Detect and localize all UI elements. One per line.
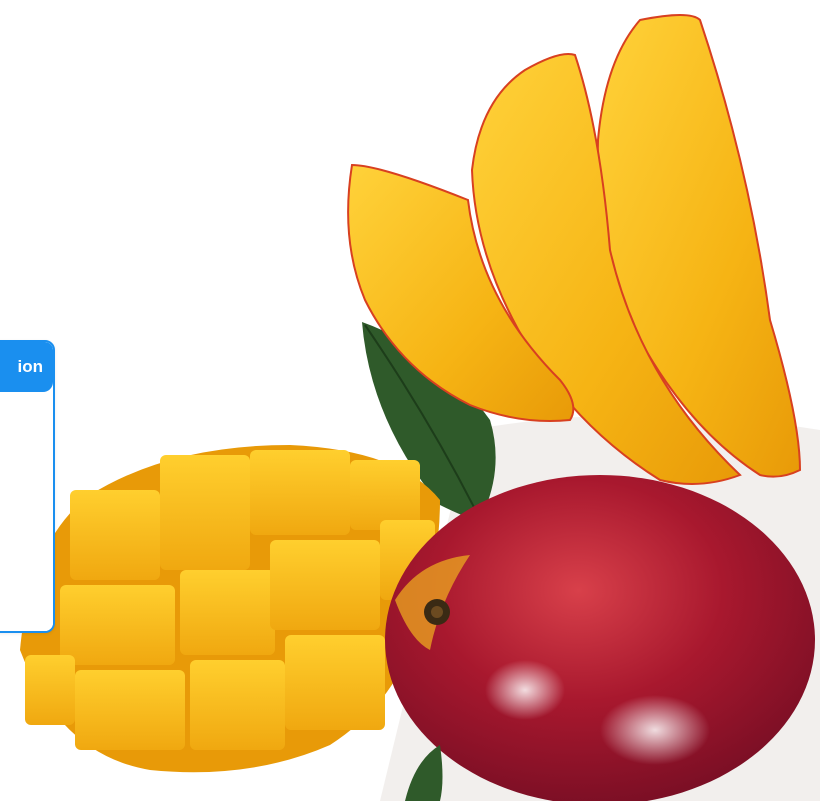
panel-header: ion [0, 342, 53, 392]
whole-mango [385, 475, 815, 801]
panel-header-label: ion [17, 357, 44, 376]
info-panel: ion [0, 340, 55, 633]
mango-photo [20, 14, 820, 801]
cubed-mango-half [20, 445, 440, 773]
panel-body [0, 392, 53, 631]
